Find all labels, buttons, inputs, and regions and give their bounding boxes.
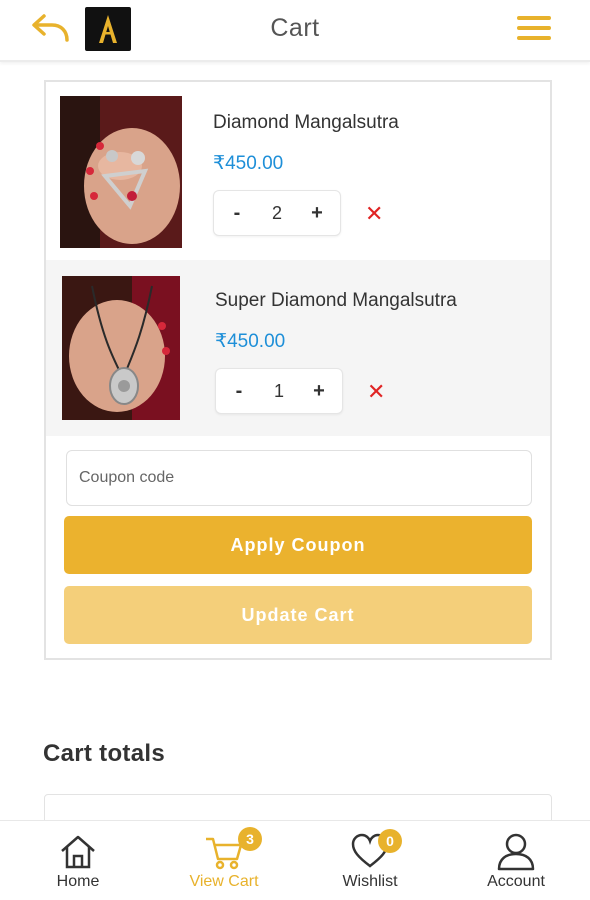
product-price: ₹450.00 bbox=[215, 331, 286, 352]
nav-account-label: Account bbox=[487, 873, 545, 890]
nav-wishlist[interactable]: 0 Wishlist bbox=[310, 821, 430, 900]
product-name[interactable]: Super Diamond Mangalsutra bbox=[215, 290, 457, 312]
product-price: ₹450.00 bbox=[213, 153, 284, 174]
decrease-quantity-button[interactable]: - bbox=[228, 202, 246, 225]
hamburger-menu-icon[interactable] bbox=[517, 16, 551, 44]
remove-item-icon[interactable]: ✕ bbox=[365, 201, 383, 227]
nav-wishlist-label: Wishlist bbox=[342, 873, 398, 890]
nav-account[interactable]: Account bbox=[456, 821, 576, 900]
apply-coupon-button[interactable]: Apply Coupon bbox=[64, 516, 532, 574]
app-header: Cart bbox=[0, 0, 590, 62]
product-image[interactable] bbox=[60, 96, 182, 248]
decrease-quantity-button[interactable]: - bbox=[230, 380, 248, 403]
cart-item: Diamond Mangalsutra ₹450.00 - 2 + ✕ bbox=[46, 82, 550, 258]
product-image[interactable] bbox=[62, 276, 180, 420]
page-title: Cart bbox=[270, 14, 320, 42]
quantity-value: 1 bbox=[273, 380, 284, 401]
wishlist-count-badge: 0 bbox=[378, 829, 402, 853]
quantity-stepper: - 1 + bbox=[215, 368, 343, 414]
nav-home-label: Home bbox=[56, 873, 100, 890]
increase-quantity-button[interactable]: + bbox=[310, 380, 328, 403]
user-icon bbox=[496, 831, 536, 871]
cart-items-card: Diamond Mangalsutra ₹450.00 - 2 + ✕ Supe… bbox=[44, 80, 552, 660]
bottom-navigation: Home 3 View Cart 0 Wishlist Account bbox=[0, 820, 590, 900]
nav-home[interactable]: Home bbox=[18, 821, 138, 900]
nav-view-cart-label: View Cart bbox=[189, 873, 259, 890]
nav-view-cart[interactable]: 3 View Cart bbox=[164, 821, 284, 900]
cart-totals-heading: Cart totals bbox=[43, 740, 165, 767]
product-name[interactable]: Diamond Mangalsutra bbox=[213, 112, 399, 134]
increase-quantity-button[interactable]: + bbox=[308, 202, 326, 225]
quantity-value: 2 bbox=[271, 202, 282, 223]
cart-count-badge: 3 bbox=[238, 827, 262, 851]
remove-item-icon[interactable]: ✕ bbox=[367, 379, 385, 405]
update-cart-button[interactable]: Update Cart bbox=[64, 586, 532, 644]
home-icon bbox=[58, 831, 98, 871]
coupon-code-input[interactable] bbox=[66, 450, 532, 506]
quantity-stepper: - 2 + bbox=[213, 190, 341, 236]
cart-item: Super Diamond Mangalsutra ₹450.00 - 1 + … bbox=[46, 260, 550, 436]
